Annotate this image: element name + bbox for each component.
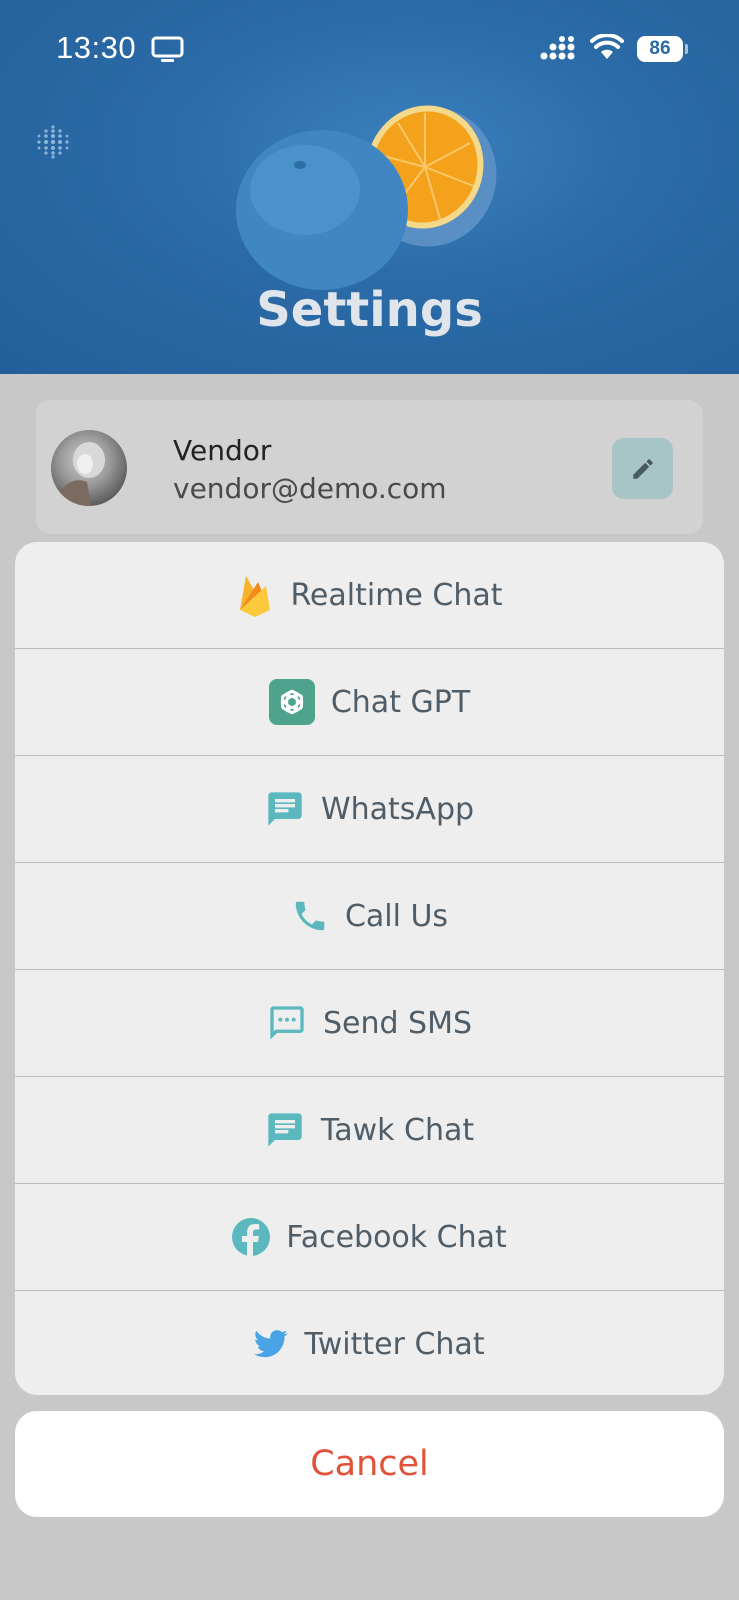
firebase-icon (236, 572, 274, 618)
action-send-sms[interactable]: Send SMS (15, 970, 724, 1077)
wifi-icon (590, 34, 624, 59)
action-label: Send SMS (322, 1005, 473, 1041)
action-label: Chat GPT (330, 684, 471, 720)
action-twitter-chat[interactable]: Twitter Chat (15, 1291, 724, 1395)
orange-illustration (236, 105, 497, 290)
battery-level: 86 (649, 38, 671, 59)
action-tawk-chat[interactable]: Tawk Chat (15, 1077, 724, 1184)
action-label: Facebook Chat (286, 1219, 507, 1255)
cancel-label: Cancel (310, 1444, 429, 1484)
edit-profile-button[interactable] (612, 438, 673, 499)
twitter-icon (254, 1329, 288, 1359)
contact-action-sheet: Realtime Chat Chat GPT WhatsApp Call Us … (15, 542, 724, 1395)
action-whatsapp[interactable]: WhatsApp (15, 756, 724, 863)
profile-name: Vendor (173, 434, 272, 467)
profile-card[interactable] (36, 400, 703, 534)
action-label: Tawk Chat (320, 1112, 475, 1148)
status-bar: 13:30 86 (0, 0, 739, 100)
action-label: Realtime Chat (290, 577, 503, 613)
monitor-icon (151, 36, 184, 62)
page-title: Settings (256, 282, 483, 338)
message-icon (265, 1110, 305, 1150)
pencil-icon (632, 458, 653, 479)
action-label: Call Us (344, 898, 449, 934)
action-label: WhatsApp (320, 791, 475, 827)
dots-icon[interactable] (35, 124, 71, 160)
message-icon (265, 789, 305, 829)
phone-icon (291, 897, 329, 935)
facebook-icon (232, 1218, 271, 1256)
battery-tip (685, 44, 688, 54)
action-facebook-chat[interactable]: Facebook Chat (15, 1184, 724, 1291)
cancel-button[interactable]: Cancel (15, 1411, 724, 1517)
signal-icon (540, 36, 575, 60)
avatar (51, 430, 127, 506)
action-label: Twitter Chat (304, 1326, 485, 1362)
status-time: 13:30 (56, 30, 137, 65)
profile-email: vendor@demo.com (173, 472, 447, 505)
chatgpt-icon (268, 679, 315, 725)
action-realtime-chat[interactable]: Realtime Chat (15, 542, 724, 649)
sms-icon (267, 1003, 307, 1043)
action-call-us[interactable]: Call Us (15, 863, 724, 970)
battery-icon: 86 (637, 36, 683, 62)
action-chat-gpt[interactable]: Chat GPT (15, 649, 724, 756)
